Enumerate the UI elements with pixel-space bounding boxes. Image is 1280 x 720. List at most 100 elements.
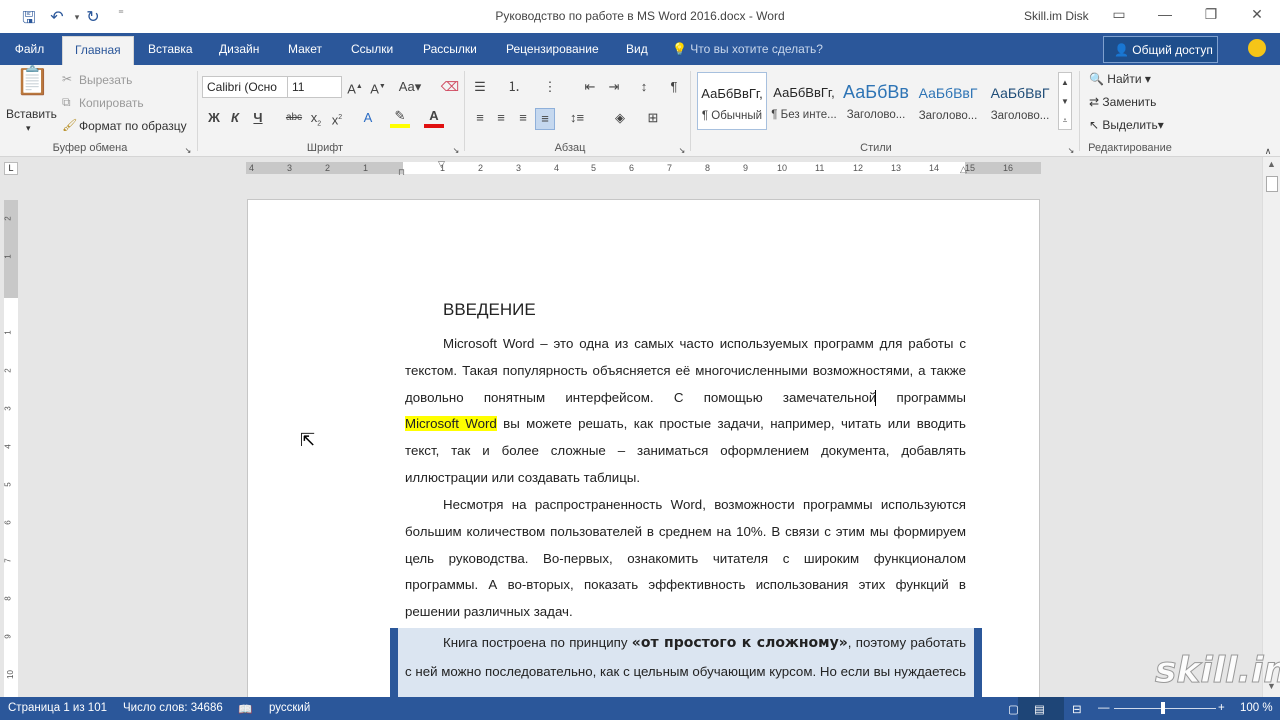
text-line: текст, так и более сложные – заниматься … xyxy=(405,443,966,459)
bold-button[interactable]: Ж xyxy=(204,108,224,128)
sort-icon[interactable]: ↕ xyxy=(634,77,654,97)
numbering-icon[interactable]: ⒈ xyxy=(504,77,524,97)
italic-button[interactable]: К xyxy=(225,108,245,128)
text-cursor xyxy=(875,390,876,406)
web-layout-icon[interactable]: ⊟ xyxy=(1072,702,1082,716)
format-painter-button[interactable]: Формат по образцу xyxy=(79,119,187,133)
align-left-icon[interactable]: ≡ xyxy=(470,108,490,128)
tab-view[interactable]: Вид xyxy=(626,42,648,56)
select-cursor-icon: ↖ xyxy=(1089,118,1100,132)
underline-button[interactable]: Ч xyxy=(248,108,268,128)
strikethrough-button[interactable]: abc xyxy=(282,108,306,128)
shading-icon[interactable]: ◈ xyxy=(610,108,630,128)
style-no-spacing[interactable]: АаБбВвГг, ¶ Без инте... xyxy=(769,72,839,130)
zoom-out-icon[interactable]: — xyxy=(1098,702,1110,714)
style-sample: АаБбВвГ xyxy=(990,85,1050,101)
zoom-slider-thumb[interactable] xyxy=(1161,702,1165,714)
paragraph-1[interactable]: Microsoft Word – это одна из самых часто… xyxy=(405,331,966,492)
style-heading-2[interactable]: АаБбВвГ Заголово... xyxy=(913,72,983,130)
font-color-icon[interactable]: A xyxy=(424,108,444,128)
scroll-up-icon[interactable]: ▲ xyxy=(1267,159,1276,169)
feedback-smiley-icon[interactable] xyxy=(1248,39,1266,57)
zoom-level[interactable]: 100 % xyxy=(1240,702,1273,714)
line-spacing-icon[interactable]: ↕≡ xyxy=(567,108,587,128)
tab-mailings[interactable]: Рассылки xyxy=(423,42,477,56)
borders-icon[interactable]: ⊞ xyxy=(643,108,663,128)
tab-home[interactable]: Главная xyxy=(62,36,134,65)
copy-button[interactable]: Копировать xyxy=(79,96,144,110)
horizontal-ruler[interactable]: 4 3 2 1 1 2 3 4 5 6 7 8 9 10 11 12 13 14… xyxy=(246,159,1041,177)
copy-icon: ⧉ xyxy=(62,95,71,109)
grow-font-icon[interactable]: A▲ xyxy=(345,77,365,99)
shrink-font-icon[interactable]: A▼ xyxy=(368,77,388,99)
find-button[interactable]: 🔍 Найти ▾ xyxy=(1089,72,1151,86)
paste-dropdown-icon[interactable]: ▾ xyxy=(26,123,31,134)
justify-icon[interactable]: ≡ xyxy=(535,108,555,130)
paste-icon[interactable]: 📋 xyxy=(15,67,50,105)
left-indent-marker[interactable]: ⊓ xyxy=(398,167,405,178)
style-sample: АаБбВв xyxy=(843,82,909,102)
print-layout-icon[interactable]: ▢ xyxy=(1008,702,1019,716)
document-heading[interactable]: ВВЕДЕНИЕ xyxy=(443,300,536,320)
read-mode-icon[interactable]: ▤ xyxy=(1034,702,1045,716)
ribbon-display-icon[interactable]: ▭ xyxy=(1104,6,1134,23)
show-marks-icon[interactable]: ¶ xyxy=(664,77,684,97)
style-normal[interactable]: АаБбВвГг, ¶ Обычный xyxy=(697,72,767,130)
scroll-thumb[interactable] xyxy=(1266,176,1278,192)
tab-selector-icon[interactable]: L xyxy=(4,162,18,175)
superscript-icon[interactable]: x2 xyxy=(327,108,347,130)
status-bar: Страница 1 из 101 Число слов: 34686 📖 ру… xyxy=(0,697,1280,720)
style-sample: АаБбВвГ xyxy=(918,85,978,101)
multilevel-list-icon[interactable]: ⋮ xyxy=(540,77,560,97)
paste-button[interactable]: Вставить xyxy=(6,107,57,121)
change-case-icon[interactable]: Aa▾ xyxy=(396,77,424,97)
font-size-combo[interactable]: 11 xyxy=(287,76,342,98)
align-right-icon[interactable]: ≡ xyxy=(513,108,533,128)
tab-layout[interactable]: Макет xyxy=(288,42,322,56)
style-heading-3[interactable]: АаБбВвГ Заголово... xyxy=(985,72,1055,130)
tab-file[interactable]: Файл xyxy=(0,33,59,65)
ruler-number: 10 xyxy=(777,163,788,173)
ruler-number: 2 xyxy=(3,368,13,373)
clear-formatting-icon[interactable]: ⌫ xyxy=(440,77,460,97)
document-page[interactable]: ВВЕДЕНИЕ Microsoft Word – это одна из са… xyxy=(247,199,1040,720)
vertical-ruler[interactable]: 2 1 1 2 3 4 5 6 7 8 9 10 xyxy=(4,200,18,700)
vertical-scrollbar[interactable]: ▲ ▼ xyxy=(1262,157,1280,697)
minimize-icon[interactable]: — xyxy=(1150,6,1180,22)
select-button[interactable]: ↖ Выделить▾ xyxy=(1089,118,1164,132)
highlight-color-icon[interactable]: ✎ xyxy=(390,108,410,128)
ruler-number: 1 xyxy=(3,330,13,335)
ruler-number: 7 xyxy=(3,558,13,563)
tell-me-search[interactable]: 💡 Что вы хотите сделать? xyxy=(672,42,823,56)
word-count[interactable]: Число слов: 34686 xyxy=(123,702,223,714)
first-line-indent-marker[interactable]: ▽ xyxy=(438,159,445,170)
font-name-combo[interactable]: Calibri (Осно xyxy=(202,76,288,98)
proofing-icon[interactable]: 📖 xyxy=(238,702,252,716)
tab-review[interactable]: Рецензирование xyxy=(506,42,599,56)
increase-indent-icon[interactable]: ⇥ xyxy=(604,77,624,97)
tab-insert[interactable]: Вставка xyxy=(148,42,193,56)
ruler-number: 11 xyxy=(815,163,825,173)
align-center-icon[interactable]: ≡ xyxy=(491,108,511,128)
bullets-icon[interactable]: ☰ xyxy=(470,77,490,97)
zoom-slider[interactable] xyxy=(1114,708,1216,709)
style-heading-1[interactable]: АаБбВв Заголово... xyxy=(841,72,911,130)
subscript-icon[interactable]: x2 xyxy=(306,108,326,135)
page-count[interactable]: Страница 1 из 101 xyxy=(8,702,107,714)
share-button[interactable]: 👤 Общий доступ xyxy=(1103,36,1218,63)
right-indent-marker[interactable]: △ xyxy=(960,164,967,175)
title-bar: 🖫 ↶ ▾ ↻ ⁼ Руководство по работе в MS Wor… xyxy=(0,0,1280,33)
tab-design[interactable]: Дизайн xyxy=(219,42,259,56)
decrease-indent-icon[interactable]: ⇤ xyxy=(580,77,600,97)
text-effects-icon[interactable]: A xyxy=(358,108,378,128)
tab-references[interactable]: Ссылки xyxy=(351,42,393,56)
paragraph-2[interactable]: Несмотря на распространенность Word, воз… xyxy=(405,492,966,626)
cut-button[interactable]: Вырезать xyxy=(79,73,132,87)
restore-icon[interactable]: ❐ xyxy=(1196,6,1226,23)
replace-button[interactable]: ⇄ Заменить xyxy=(1089,95,1156,109)
zoom-in-icon[interactable]: + xyxy=(1218,702,1225,714)
language-indicator[interactable]: русский xyxy=(269,702,310,714)
cloud-account[interactable]: Skill.im Disk xyxy=(1024,9,1089,23)
close-icon[interactable]: ✕ xyxy=(1242,6,1272,23)
styles-scroll-icon[interactable]: ▲ ▼ ⩡ xyxy=(1058,72,1072,130)
